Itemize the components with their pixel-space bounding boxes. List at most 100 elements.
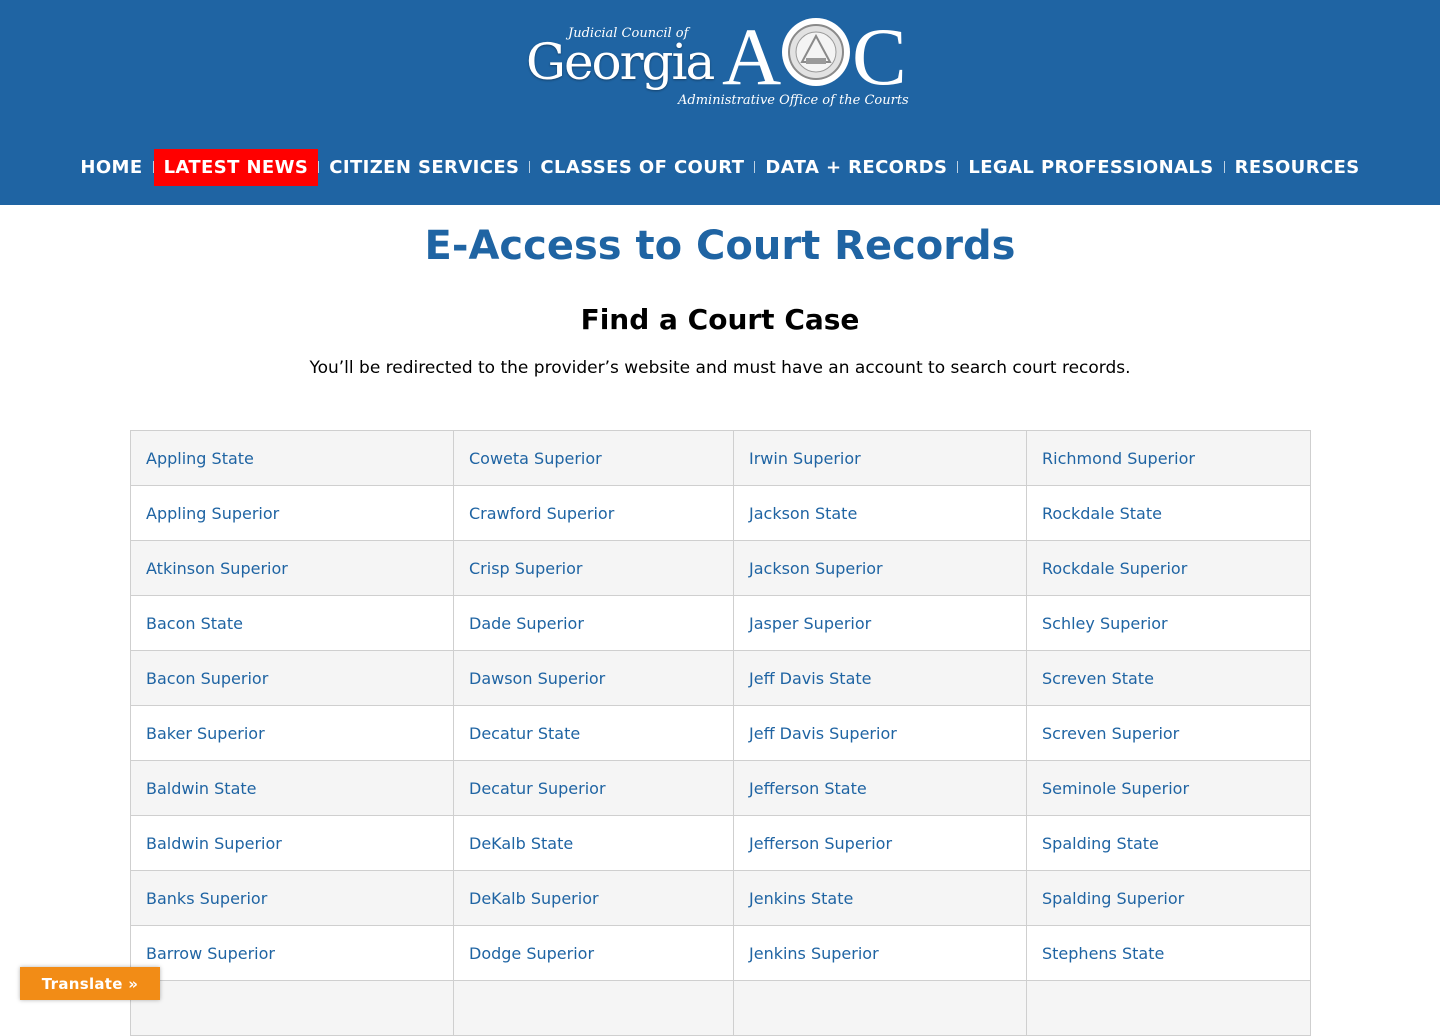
main-nav: HOME LATEST NEWS CITIZEN SERVICES CLASSE… <box>0 148 1440 186</box>
nav-citizen-services[interactable]: CITIZEN SERVICES <box>319 149 529 186</box>
court-link[interactable]: Baldwin State <box>146 779 257 798</box>
court-link[interactable]: Spalding State <box>1042 834 1159 853</box>
court-link[interactable]: Screven State <box>1042 669 1154 688</box>
table-cell: Appling State <box>130 430 454 486</box>
table-cell: Jefferson Superior <box>733 815 1027 871</box>
table-row: Barrow Superior Dodge Superior Jenkins S… <box>130 925 1311 981</box>
nav-legal-professionals[interactable]: LEGAL PROFESSIONALS <box>958 149 1223 186</box>
nav-classes-of-court[interactable]: CLASSES OF COURT <box>530 149 754 186</box>
section-title: Find a Court Case <box>580 303 860 336</box>
table-cell: Bacon Superior <box>130 650 454 706</box>
court-link[interactable]: Jackson State <box>749 504 857 523</box>
court-link[interactable]: Richmond Superior <box>1042 449 1195 468</box>
table-cell: Bacon State <box>130 595 454 651</box>
court-link[interactable]: Jefferson Superior <box>749 834 892 853</box>
translate-button[interactable]: Translate » <box>20 967 160 1000</box>
table-row: Baldwin Superior DeKalb State Jefferson … <box>130 815 1311 871</box>
court-link[interactable]: Jasper Superior <box>749 614 871 633</box>
court-link[interactable]: Jenkins Superior <box>749 944 879 963</box>
court-link[interactable]: Appling Superior <box>146 504 279 523</box>
court-records-table: Appling State Coweta Superior Irwin Supe… <box>130 430 1311 1036</box>
table-cell: Baker Superior <box>130 705 454 761</box>
table-cell: Baldwin Superior <box>130 815 454 871</box>
court-link[interactable]: Coweta Superior <box>469 449 602 468</box>
court-link[interactable]: Crawford Superior <box>469 504 614 523</box>
court-link[interactable]: Baker Superior <box>146 724 265 743</box>
table-cell: Decatur State <box>453 705 734 761</box>
court-link[interactable]: Jefferson State <box>749 779 867 798</box>
court-link[interactable]: Rockdale State <box>1042 504 1162 523</box>
court-link[interactable]: Baldwin Superior <box>146 834 282 853</box>
table-cell: Dodge Superior <box>453 925 734 981</box>
court-link[interactable]: Banks Superior <box>146 889 267 908</box>
court-link[interactable]: Atkinson Superior <box>146 559 288 578</box>
table-cell: Jackson Superior <box>733 540 1027 596</box>
table-row: Banks Superior DeKalb Superior Jenkins S… <box>130 870 1311 926</box>
nav-home[interactable]: HOME <box>70 149 152 186</box>
court-link[interactable]: Dade Superior <box>469 614 584 633</box>
table-cell: Coweta Superior <box>453 430 734 486</box>
table-row: Bacon Superior Dawson Superior Jeff Davi… <box>130 650 1311 706</box>
table-cell: Jackson State <box>733 485 1027 541</box>
court-link[interactable]: Spalding Superior <box>1042 889 1184 908</box>
table-cell: Irwin Superior <box>733 430 1027 486</box>
nav-latest-news[interactable]: LATEST NEWS <box>153 148 319 186</box>
court-link[interactable]: Bacon State <box>146 614 243 633</box>
table-cell: Rockdale State <box>1026 485 1311 541</box>
table-cell <box>1026 980 1311 1036</box>
court-link[interactable]: DeKalb Superior <box>469 889 599 908</box>
table-cell: Banks Superior <box>130 870 454 926</box>
court-link[interactable]: Screven Superior <box>1042 724 1179 743</box>
court-link[interactable]: Dawson Superior <box>469 669 605 688</box>
logo-georgia-text: Georgia <box>526 33 715 91</box>
table-cell: Barrow Superior <box>130 925 454 981</box>
table-cell: Crawford Superior <box>453 485 734 541</box>
court-link[interactable]: Irwin Superior <box>749 449 861 468</box>
court-link[interactable]: Schley Superior <box>1042 614 1168 633</box>
table-row <box>130 980 1311 1036</box>
table-cell <box>453 980 734 1036</box>
table-cell: Screven Superior <box>1026 705 1311 761</box>
court-link[interactable]: Bacon Superior <box>146 669 268 688</box>
logo-aoc-mark: A C <box>722 14 907 94</box>
court-link[interactable]: Jenkins State <box>749 889 853 908</box>
table-cell: Spalding Superior <box>1026 870 1311 926</box>
table-cell: DeKalb Superior <box>453 870 734 926</box>
court-link[interactable]: Barrow Superior <box>146 944 275 963</box>
georgia-seal-icon <box>782 18 850 86</box>
table-cell: Rockdale Superior <box>1026 540 1311 596</box>
table-cell: Stephens State <box>1026 925 1311 981</box>
table-cell: Appling Superior <box>130 485 454 541</box>
court-link[interactable]: Jeff Davis Superior <box>749 724 897 743</box>
logo-letter-a: A <box>722 14 781 94</box>
table-cell: Jasper Superior <box>733 595 1027 651</box>
court-link[interactable]: Crisp Superior <box>469 559 582 578</box>
page-title: E-Access to Court Records <box>424 223 1016 269</box>
court-link[interactable]: Stephens State <box>1042 944 1164 963</box>
court-link[interactable]: Decatur State <box>469 724 580 743</box>
nav-resources[interactable]: RESOURCES <box>1225 149 1370 186</box>
court-link[interactable]: DeKalb State <box>469 834 573 853</box>
court-link[interactable]: Jackson Superior <box>749 559 883 578</box>
table-row: Appling Superior Crawford Superior Jacks… <box>130 485 1311 541</box>
site-logo[interactable]: Judicial Council of Georgia A C Administ… <box>526 14 918 114</box>
court-link[interactable]: Appling State <box>146 449 254 468</box>
table-cell: Jenkins Superior <box>733 925 1027 981</box>
court-link[interactable]: Seminole Superior <box>1042 779 1189 798</box>
logo-letter-c: C <box>852 14 907 94</box>
intro-text: You’ll be redirected to the provider’s w… <box>309 358 1131 378</box>
table-cell <box>130 980 454 1036</box>
table-row: Appling State Coweta Superior Irwin Supe… <box>130 430 1311 486</box>
court-link[interactable]: Jeff Davis State <box>749 669 871 688</box>
table-row: Bacon State Dade Superior Jasper Superio… <box>130 595 1311 651</box>
nav-data-records[interactable]: DATA + RECORDS <box>755 149 957 186</box>
logo-subtitle: Administrative Office of the Courts <box>678 93 909 108</box>
site-header: Judicial Council of Georgia A C Administ… <box>0 0 1440 205</box>
court-link[interactable]: Rockdale Superior <box>1042 559 1187 578</box>
table-cell: Dawson Superior <box>453 650 734 706</box>
court-link[interactable]: Decatur Superior <box>469 779 606 798</box>
court-link[interactable]: Dodge Superior <box>469 944 594 963</box>
table-row: Baldwin State Decatur Superior Jefferson… <box>130 760 1311 816</box>
table-cell: Jenkins State <box>733 870 1027 926</box>
table-row: Atkinson Superior Crisp Superior Jackson… <box>130 540 1311 596</box>
